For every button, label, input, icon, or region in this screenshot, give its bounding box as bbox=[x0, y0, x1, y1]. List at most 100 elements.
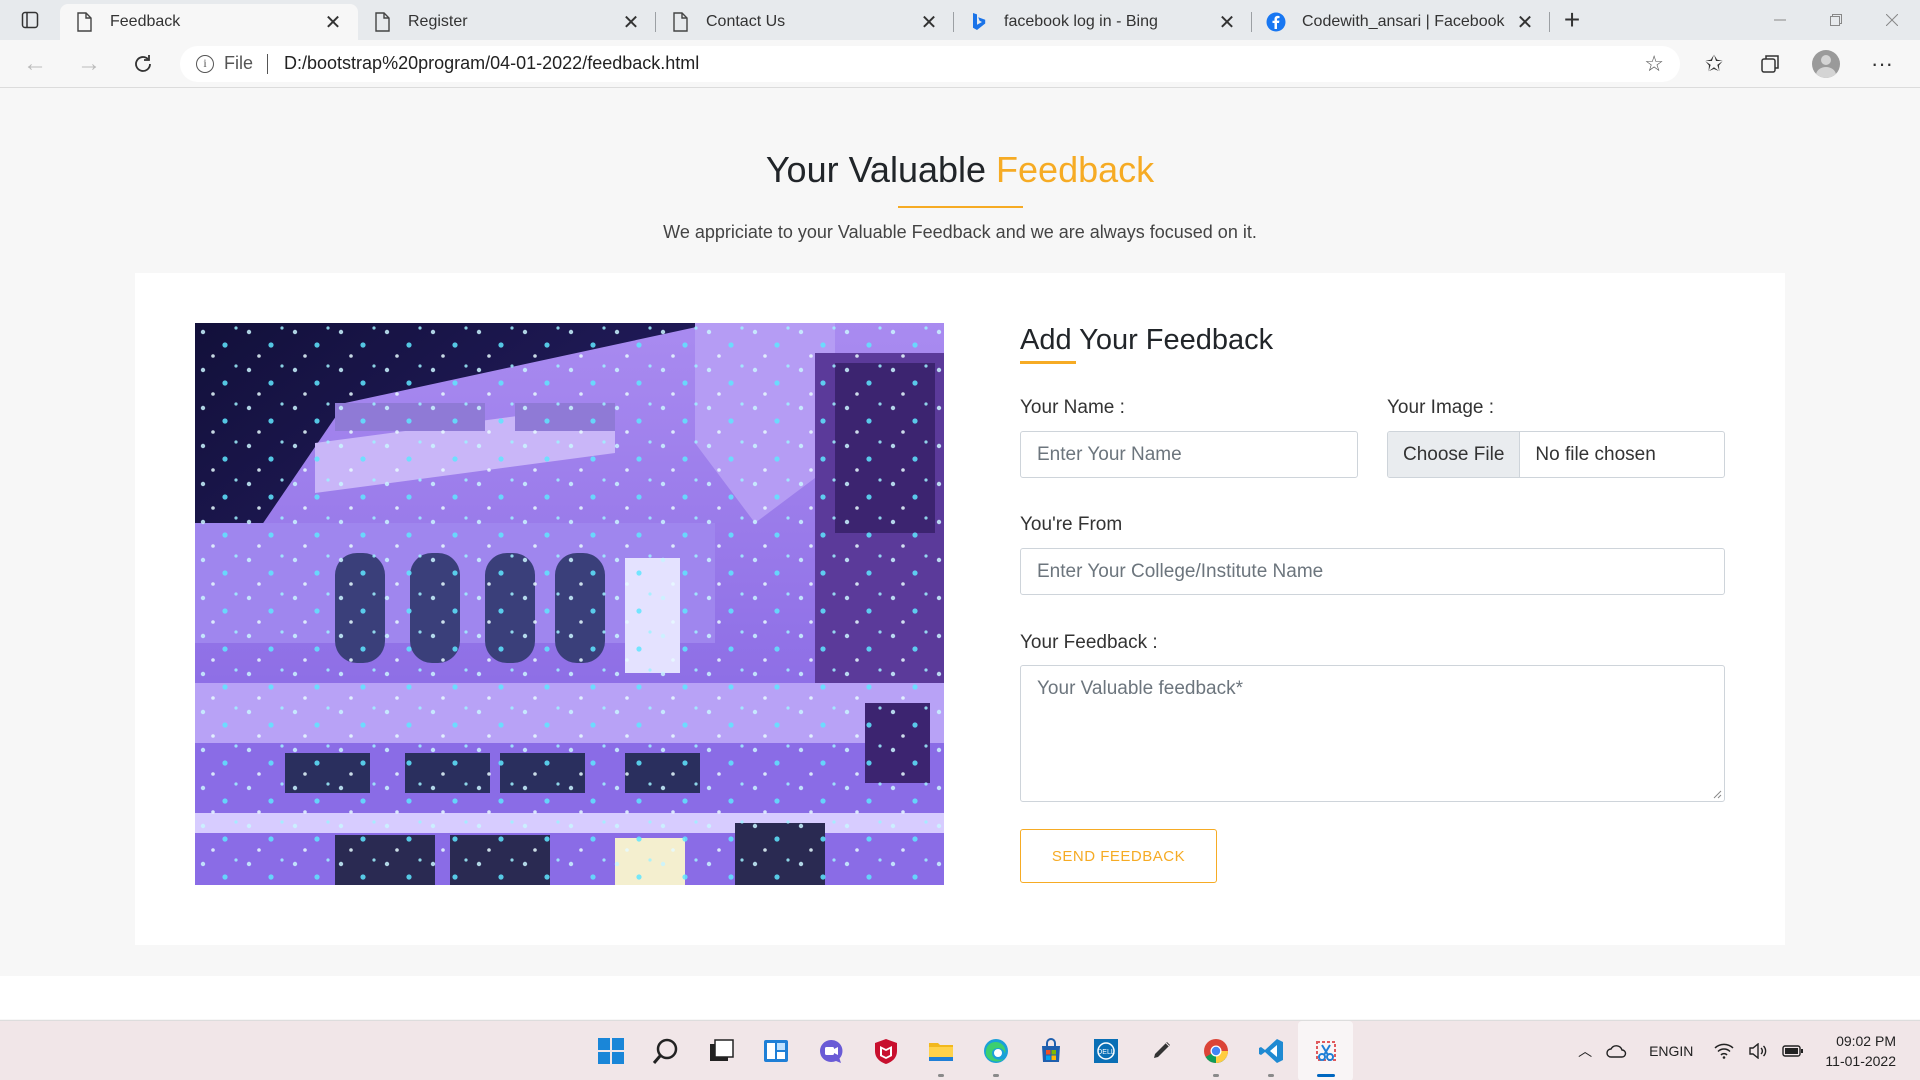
dell-icon[interactable]: DELL bbox=[1078, 1021, 1133, 1080]
taskbar: DELL ︿ ENG IN 09:02 PM 11-01-2022 bbox=[0, 1020, 1920, 1080]
store-icon[interactable] bbox=[1023, 1021, 1078, 1080]
tab-actions-icon bbox=[21, 11, 39, 29]
tab-contact-us[interactable]: Contact Us ✕ bbox=[656, 4, 954, 40]
send-feedback-button[interactable]: SEND FEEDBACK bbox=[1020, 829, 1217, 883]
battery-icon[interactable] bbox=[1775, 1044, 1811, 1058]
running-indicator bbox=[992, 1074, 999, 1077]
mcafee-icon[interactable] bbox=[858, 1021, 913, 1080]
tab-actions-button[interactable] bbox=[0, 0, 60, 40]
new-tab-button[interactable]: + bbox=[1550, 0, 1594, 40]
page-icon bbox=[74, 12, 94, 32]
back-arrow-icon: ← bbox=[23, 49, 47, 77]
close-icon[interactable]: ✕ bbox=[918, 11, 940, 34]
file-explorer-icon[interactable] bbox=[913, 1021, 968, 1080]
page-title: Your Valuable Feedback bbox=[0, 149, 1920, 191]
tab-bing[interactable]: facebook log in - Bing ✕ bbox=[954, 4, 1252, 40]
widgets-icon[interactable] bbox=[748, 1021, 803, 1080]
favorites-button[interactable]: ✩ bbox=[1686, 40, 1742, 88]
refresh-icon bbox=[135, 54, 151, 72]
image-label: Your Image : bbox=[1387, 397, 1495, 418]
taskbar-apps: DELL bbox=[583, 1021, 1353, 1080]
facebook-icon bbox=[1266, 12, 1286, 32]
url-separator bbox=[267, 53, 269, 74]
page-icon bbox=[372, 12, 392, 32]
page-icon bbox=[670, 12, 690, 32]
close-window-button[interactable] bbox=[1864, 0, 1920, 40]
clock[interactable]: 09:02 PM 11-01-2022 bbox=[1811, 1031, 1920, 1071]
close-icon[interactable]: ✕ bbox=[620, 11, 642, 34]
chevron-up-icon: ︿ bbox=[1578, 1043, 1593, 1059]
choose-file-button[interactable]: Choose File bbox=[1388, 432, 1521, 477]
more-icon: ··· bbox=[1871, 50, 1893, 76]
feedback-textarea[interactable]: Your Valuable feedback* bbox=[1020, 665, 1725, 802]
search-icon[interactable] bbox=[638, 1021, 693, 1080]
region-code: IN bbox=[1679, 1043, 1694, 1059]
name-label: Your Name : bbox=[1020, 397, 1125, 418]
name-placeholder: Enter Your Name bbox=[1037, 443, 1182, 465]
building-photo bbox=[195, 323, 944, 885]
back-button[interactable]: ← bbox=[8, 40, 62, 88]
edge-icon[interactable] bbox=[968, 1021, 1023, 1080]
plus-icon: + bbox=[1563, 4, 1581, 35]
institute-input[interactable]: Enter Your College/Institute Name bbox=[1020, 548, 1725, 595]
windows-start-icon[interactable] bbox=[583, 1021, 638, 1080]
snipping-tool-icon[interactable] bbox=[1298, 1021, 1353, 1080]
window-controls bbox=[1752, 0, 1920, 40]
name-input[interactable]: Enter Your Name bbox=[1020, 431, 1358, 478]
wifi-icon[interactable] bbox=[1707, 1043, 1741, 1059]
close-icon bbox=[1886, 14, 1898, 26]
tab-register[interactable]: Register ✕ bbox=[358, 4, 656, 40]
info-icon: i bbox=[196, 54, 214, 73]
from-label: You're From bbox=[1020, 514, 1123, 535]
onedrive-icon[interactable] bbox=[1599, 1043, 1635, 1059]
image-file-input[interactable]: Choose File No file chosen bbox=[1387, 431, 1725, 478]
language-indicator[interactable]: ENG IN bbox=[1635, 1041, 1707, 1061]
close-icon[interactable]: ✕ bbox=[322, 11, 344, 34]
tab-title: facebook log in - Bing bbox=[1004, 13, 1158, 30]
add-favorite-icon[interactable]: ☆ bbox=[1644, 51, 1664, 77]
url-text[interactable]: D:/bootstrap%20program/04-01-2022/feedba… bbox=[284, 53, 1644, 74]
feedback-card: Add Your Feedback Your Name : Enter Your… bbox=[135, 273, 1785, 945]
volume-icon[interactable] bbox=[1741, 1043, 1775, 1059]
feedback-placeholder: Your Valuable feedback* bbox=[1037, 678, 1243, 699]
pen-icon[interactable] bbox=[1133, 1021, 1188, 1080]
running-indicator bbox=[1212, 1074, 1219, 1077]
collections-icon bbox=[1761, 54, 1779, 73]
institute-placeholder: Enter Your College/Institute Name bbox=[1037, 560, 1324, 582]
running-indicator bbox=[937, 1074, 944, 1077]
close-icon[interactable]: ✕ bbox=[1216, 11, 1238, 34]
tab-bar: Feedback ✕ Register ✕ Contact Us ✕ faceb… bbox=[0, 0, 1920, 40]
tab-feedback[interactable]: Feedback ✕ bbox=[60, 4, 358, 40]
minimize-icon bbox=[1774, 19, 1786, 21]
refresh-button[interactable] bbox=[116, 40, 170, 88]
tab-title: Register bbox=[408, 13, 468, 30]
minimize-button[interactable] bbox=[1752, 0, 1808, 40]
resize-grip-icon[interactable] bbox=[1712, 789, 1722, 799]
favorites-icon: ✩ bbox=[1704, 50, 1724, 76]
close-icon[interactable]: ✕ bbox=[1514, 11, 1536, 34]
feedback-form: Add Your Feedback Your Name : Enter Your… bbox=[1020, 313, 1726, 883]
page-footer-strip bbox=[0, 976, 1920, 1019]
collections-button[interactable] bbox=[1742, 40, 1798, 88]
running-indicator bbox=[1316, 1074, 1335, 1077]
tab-facebook[interactable]: Codewith_ansari | Facebook ✕ bbox=[1252, 4, 1550, 40]
title-underline bbox=[898, 206, 1023, 208]
restore-button[interactable] bbox=[1808, 0, 1864, 40]
forward-button[interactable]: → bbox=[62, 40, 116, 88]
chrome-icon[interactable] bbox=[1188, 1021, 1243, 1080]
vscode-icon[interactable] bbox=[1243, 1021, 1298, 1080]
tab-title: Contact Us bbox=[706, 13, 786, 30]
bing-icon bbox=[968, 12, 988, 32]
show-hidden-icons-button[interactable]: ︿ bbox=[1571, 1041, 1599, 1061]
running-indicator bbox=[1267, 1074, 1274, 1077]
task-view-icon[interactable] bbox=[693, 1021, 748, 1080]
file-status: No file chosen bbox=[1535, 443, 1656, 465]
profile-button[interactable] bbox=[1798, 40, 1854, 88]
more-options-button[interactable]: ··· bbox=[1854, 40, 1910, 88]
chat-icon[interactable] bbox=[803, 1021, 858, 1080]
address-bar[interactable]: i File D:/bootstrap%20program/04-01-2022… bbox=[180, 45, 1680, 82]
site-info-button[interactable]: i File bbox=[196, 53, 253, 74]
system-tray: ︿ ENG IN 09:02 PM 11-01-2022 bbox=[1571, 1021, 1920, 1080]
avatar bbox=[1812, 49, 1840, 78]
page-subtitle: We appriciate to your Valuable Feedback … bbox=[663, 222, 1257, 242]
